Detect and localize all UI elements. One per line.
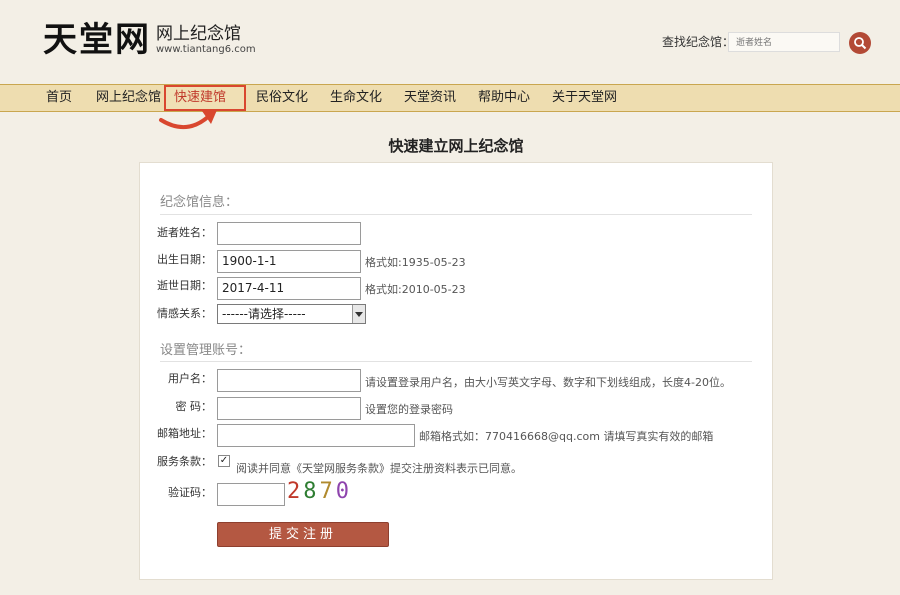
logo-subtitle: 网上纪念馆: [156, 24, 241, 44]
captcha-char: 7: [319, 479, 336, 504]
chevron-down-icon: [352, 305, 365, 323]
search-icon: [854, 37, 867, 50]
site-header: 天堂网 网上纪念馆 www.tiantang6.com 查找纪念馆：: [0, 0, 900, 84]
death-date-hint: 格式如:2010-05-23: [365, 283, 466, 296]
divider: [160, 214, 752, 215]
submit-register-button[interactable]: 提交注册: [217, 522, 389, 547]
relation-select[interactable]: ------请选择-----: [217, 304, 366, 324]
username-hint: 请设置登录用户名，由大小写英文字母、数字和下划线组成，长度4-20位。: [365, 376, 731, 389]
nav-item-memorials[interactable]: 网上纪念馆: [96, 85, 161, 111]
death-date-input[interactable]: 2017-4-11: [217, 277, 361, 300]
terms-checkbox[interactable]: ✓: [218, 455, 230, 467]
nav-item-about[interactable]: 关于天堂网: [552, 85, 617, 111]
relation-selected-value: ------请选择-----: [222, 307, 306, 321]
password-label: 密 码：: [175, 400, 213, 413]
email-hint: 邮箱格式如：770416668@qq.com 请填写真实有效的邮箱: [419, 430, 714, 443]
relation-label: 情感关系：: [157, 307, 212, 320]
captcha-char: 2: [287, 479, 304, 504]
pointer-arrow-icon: [159, 110, 217, 129]
main-nav: 首页 网上纪念馆 快速建馆 民俗文化 生命文化 天堂资讯 帮助中心 关于天堂网: [0, 84, 900, 112]
birth-date-hint: 格式如:1935-05-23: [365, 256, 466, 269]
search-button[interactable]: [849, 32, 871, 54]
terms-text[interactable]: 阅读并同意《天堂网服务条款》提交注册资料表示已同意。: [236, 462, 522, 476]
email-input[interactable]: [217, 424, 415, 447]
captcha-image[interactable]: 2870: [287, 480, 352, 504]
password-input[interactable]: [217, 397, 361, 420]
page-title: 快速建立网上纪念馆: [388, 137, 524, 155]
captcha-label: 验证码：: [168, 486, 212, 499]
captcha-char: 0: [335, 479, 352, 504]
nav-item-home[interactable]: 首页: [46, 85, 72, 111]
nav-item-help[interactable]: 帮助中心: [478, 85, 530, 111]
search-input[interactable]: [728, 32, 840, 52]
nav-item-life-culture[interactable]: 生命文化: [330, 85, 382, 111]
deceased-name-input[interactable]: [217, 222, 361, 245]
logo[interactable]: 天堂网: [43, 20, 151, 60]
username-label: 用户名：: [168, 372, 212, 385]
captcha-input[interactable]: [217, 483, 285, 506]
account-section-title: 设置管理账号：: [160, 343, 252, 358]
terms-label: 服务条款：: [157, 455, 212, 468]
email-label: 邮箱地址：: [157, 427, 212, 440]
nav-item-news[interactable]: 天堂资讯: [404, 85, 456, 111]
captcha-char: 8: [303, 479, 320, 504]
divider: [160, 361, 752, 362]
deceased-name-label: 逝者姓名：: [157, 226, 212, 239]
nav-item-folk-culture[interactable]: 民俗文化: [256, 85, 308, 111]
birth-date-input[interactable]: 1900-1-1: [217, 250, 361, 273]
birth-date-label: 出生日期：: [157, 253, 212, 266]
password-hint: 设置您的登录密码: [365, 403, 453, 416]
search-label: 查找纪念馆：: [662, 35, 735, 49]
memorial-section-title: 纪念馆信息：: [160, 195, 239, 210]
logo-url: www.tiantang6.com: [156, 44, 256, 55]
death-date-label: 逝世日期：: [157, 279, 212, 292]
username-input[interactable]: [217, 369, 361, 392]
